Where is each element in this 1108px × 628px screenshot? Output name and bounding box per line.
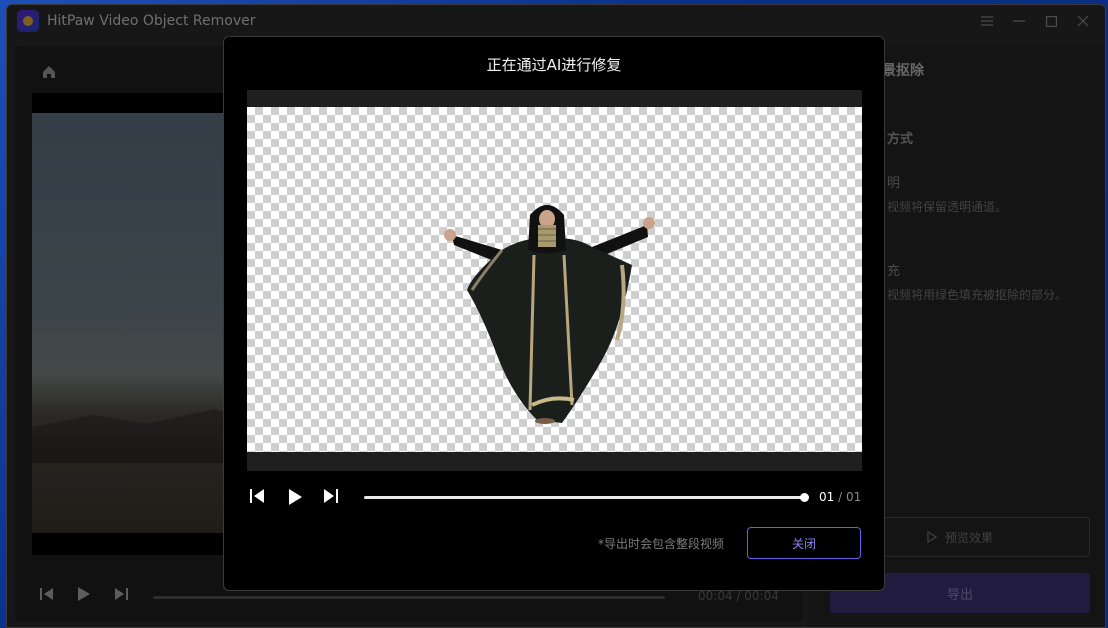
export-note: *导出时会包含整段视频	[598, 537, 725, 551]
cutout-person	[444, 205, 655, 424]
frame-total: 01	[845, 490, 862, 504]
dialog-video-preview	[247, 90, 862, 471]
dialog-timeline[interactable]	[364, 496, 804, 499]
frame-counter: 01 / 01	[819, 490, 861, 504]
dialog-title: 正在通过AI进行修复	[486, 56, 622, 74]
play-icon[interactable]	[287, 488, 307, 508]
frame-current: 01	[819, 490, 835, 504]
previous-frame-icon[interactable]	[249, 488, 269, 508]
transparent-background	[247, 107, 862, 452]
frame-sep: /	[838, 490, 843, 504]
timeline-handle[interactable]	[800, 493, 809, 502]
ai-repair-dialog: 正在通过AI进行修复 01 / 01 *导出时会包含整段视频 关闭	[223, 36, 885, 591]
dialog-playback-controls: 01 / 01	[247, 485, 862, 511]
next-frame-icon[interactable]	[321, 488, 341, 508]
close-button[interactable]: 关闭	[747, 527, 861, 559]
